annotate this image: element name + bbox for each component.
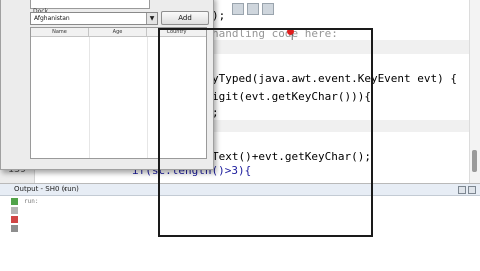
- chevron-down-icon[interactable]: ▼: [146, 13, 157, 24]
- close-icon[interactable]: ×: [62, 184, 68, 195]
- output-tab-title[interactable]: Output - SH0 (run): [14, 184, 79, 195]
- combo-selected-value: Afghanistan: [34, 15, 70, 22]
- editor-vertical-scrollbar[interactable]: [469, 0, 480, 183]
- output-console-text: run:: [24, 198, 39, 205]
- rerun-icon[interactable]: [11, 198, 18, 205]
- rerun-modified-icon[interactable]: [11, 207, 18, 214]
- toolbar-icon[interactable]: [232, 3, 244, 15]
- column-header-age[interactable]: Age: [89, 28, 147, 36]
- column-divider: [147, 37, 148, 158]
- maximize-icon[interactable]: [468, 186, 476, 194]
- column-divider: [89, 37, 90, 158]
- stop-icon[interactable]: [11, 216, 18, 223]
- add-button[interactable]: Add: [161, 11, 209, 25]
- annotation-rectangle: [158, 28, 373, 237]
- name-text-field[interactable]: Dock: [30, 0, 150, 15]
- column-header-name[interactable]: Name: [31, 28, 89, 36]
- toolbar-icon[interactable]: [247, 3, 259, 15]
- output-side-toolbar: [10, 196, 20, 258]
- minimize-icon[interactable]: [458, 186, 466, 194]
- editor-mini-toolbar: [232, 3, 274, 15]
- scrollbar-thumb[interactable]: [472, 150, 477, 172]
- toolbar-icon[interactable]: [262, 3, 274, 15]
- settings-icon[interactable]: [11, 225, 18, 232]
- country-combo-box[interactable]: Afghanistan ▼: [30, 12, 158, 25]
- window-controls: [458, 186, 476, 194]
